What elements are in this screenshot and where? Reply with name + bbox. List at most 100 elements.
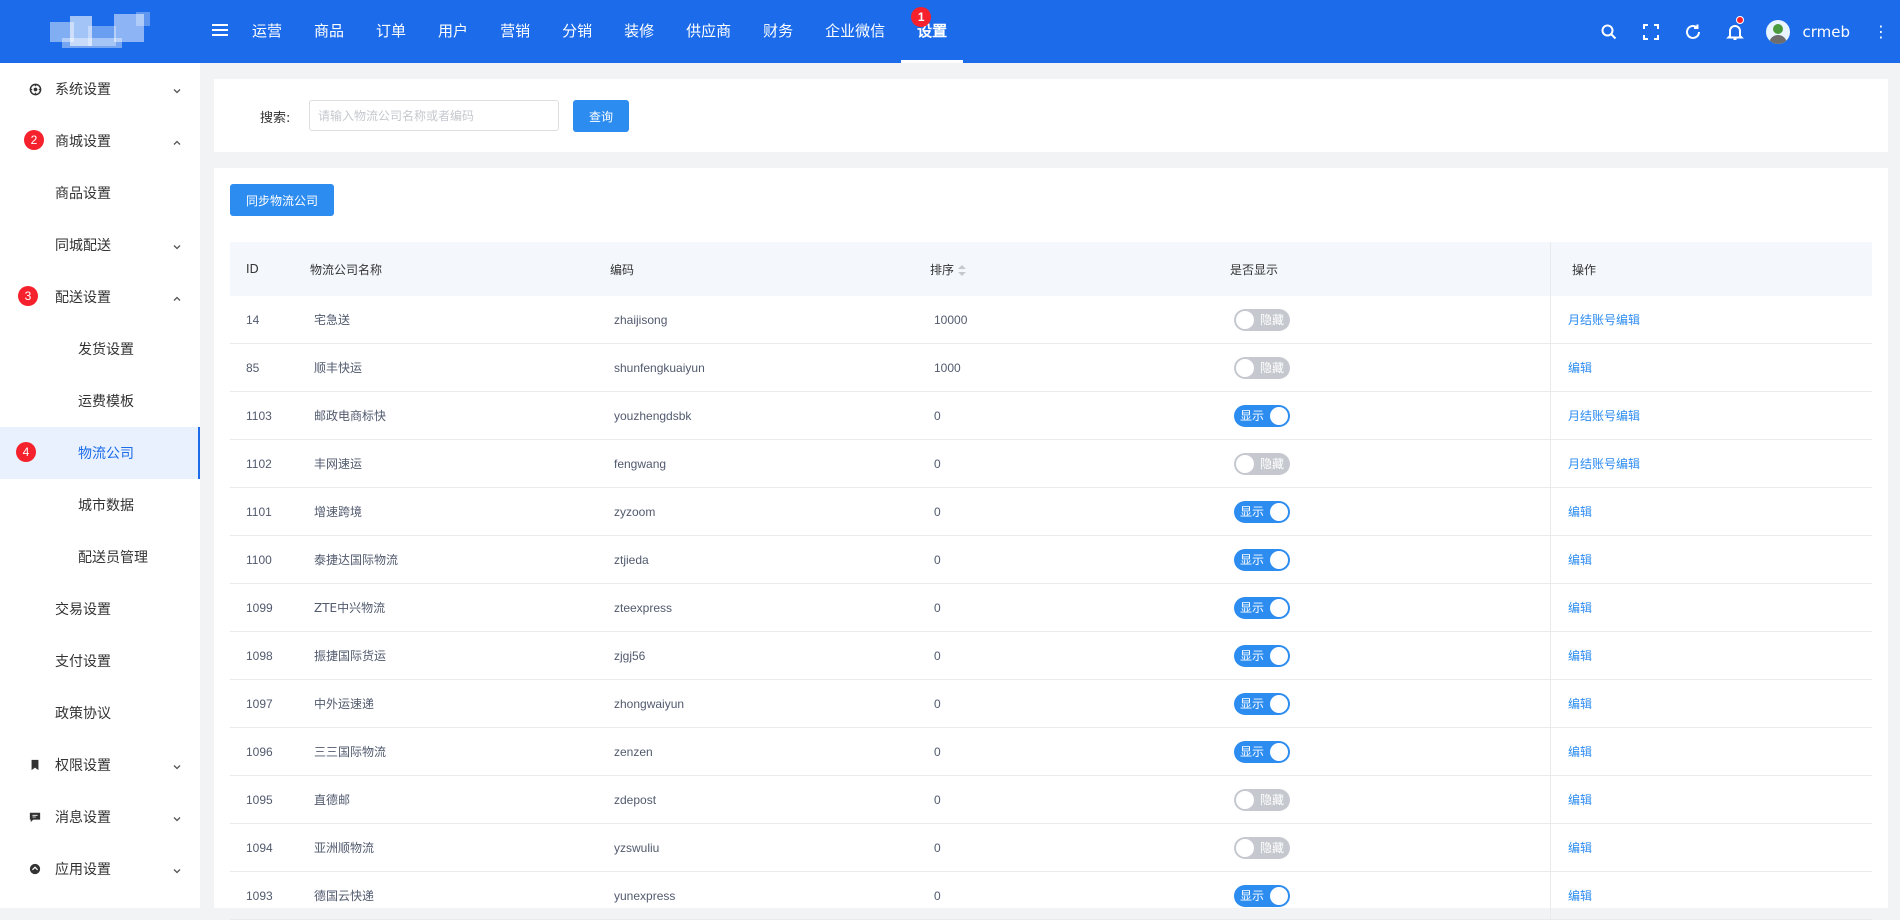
search-panel: 搜索: 查询 [214, 79, 1888, 152]
cell-code: youzhengdsbk [614, 408, 692, 423]
sidebar-item-12[interactable]: 政策协议 [0, 687, 200, 739]
show-toggle[interactable]: 隐藏 [1234, 788, 1290, 811]
toggle-knob [1236, 358, 1254, 377]
query-button[interactable]: 查询 [573, 100, 629, 132]
sidebar-item-2[interactable]: 商品设置 [0, 167, 200, 219]
show-toggle[interactable]: 显示 [1234, 500, 1290, 523]
show-toggle[interactable]: 隐藏 [1234, 836, 1290, 859]
sidebar-item-8[interactable]: 城市数据 [0, 479, 200, 531]
sidebar-item-15[interactable]: 应用设置 [0, 843, 200, 895]
sync-logistics-button[interactable]: 同步物流公司 [230, 184, 334, 216]
cell-sort: 0 [934, 600, 941, 615]
cell-sort: 0 [934, 840, 941, 855]
nav-item-9[interactable]: 企业微信 [809, 0, 901, 63]
cell-sort: 10000 [934, 312, 968, 327]
edit-link[interactable]: 月结账号编辑 [1568, 455, 1640, 472]
nav-item-0[interactable]: 运营 [236, 0, 298, 63]
top-navbar: 运营 商品 订单 用户 营销 分销 装修 供应商 财务 企业微信 设置 1 crmeb ⋮ [0, 0, 1900, 63]
cell-name: 亚洲顺物流 [314, 841, 375, 855]
nav-item-5[interactable]: 分销 [546, 0, 608, 63]
nav-item-6[interactable]: 装修 [608, 0, 670, 63]
cell-id: 1099 [246, 600, 273, 615]
menu-toggle-icon[interactable] [212, 24, 228, 38]
sort-icon[interactable] [958, 264, 967, 276]
sidebar-item-label: 城市数据 [78, 498, 134, 514]
sidebar-item-13[interactable]: 权限设置 [0, 739, 200, 791]
sidebar-item-label: 系统设置 [55, 82, 111, 98]
nav-item-1[interactable]: 商品 [298, 0, 360, 63]
show-toggle[interactable]: 显示 [1234, 692, 1290, 715]
edit-link[interactable]: 编辑 [1568, 695, 1592, 712]
sidebar-item-6[interactable]: 运费模板 [0, 375, 200, 427]
show-toggle[interactable]: 显示 [1234, 740, 1290, 763]
sidebar-item-label: 运费模板 [78, 394, 134, 410]
sidebar-item-10[interactable]: 交易设置 [0, 583, 200, 635]
edit-link[interactable]: 月结账号编辑 [1568, 311, 1640, 328]
sidebar-item-11[interactable]: 支付设置 [0, 635, 200, 687]
nav-item-10[interactable]: 设置 1 [901, 0, 964, 63]
search-icon[interactable] [1588, 0, 1630, 63]
show-toggle[interactable]: 显示 [1234, 644, 1290, 667]
cell-name: 宅急送 [314, 313, 351, 327]
sidebar-item-4[interactable]: 3 配送设置 [0, 271, 200, 323]
sidebar-item-5[interactable]: 发货设置 [0, 323, 200, 375]
cell-name: 顺丰快运 [314, 361, 363, 375]
edit-link[interactable]: 编辑 [1568, 839, 1592, 856]
edit-link[interactable]: 月结账号编辑 [1568, 407, 1640, 424]
nav-item-7[interactable]: 供应商 [670, 0, 747, 63]
show-toggle[interactable]: 隐藏 [1234, 308, 1290, 331]
edit-link[interactable]: 编辑 [1568, 359, 1592, 376]
header-sort[interactable]: 排序 [930, 261, 967, 278]
nav-item-label: 财务 [763, 22, 794, 40]
column-divider [1550, 440, 1551, 487]
fullscreen-icon[interactable] [1630, 0, 1672, 63]
edit-link[interactable]: 编辑 [1568, 791, 1592, 808]
sidebar-item-label: 同城配送 [55, 238, 111, 254]
cell-code: zyzoom [614, 504, 656, 519]
show-toggle[interactable]: 显示 [1234, 596, 1290, 619]
nav-item-2[interactable]: 订单 [360, 0, 422, 63]
edit-link[interactable]: 编辑 [1568, 503, 1592, 520]
toggle-knob [1236, 454, 1254, 473]
edit-link[interactable]: 编辑 [1568, 743, 1592, 760]
notification-bell-icon[interactable] [1714, 0, 1756, 63]
nav-item-label: 供应商 [686, 22, 732, 40]
search-input[interactable] [309, 100, 559, 131]
edit-link[interactable]: 编辑 [1568, 551, 1592, 568]
show-toggle[interactable]: 隐藏 [1234, 356, 1290, 379]
sidebar-item-9[interactable]: 配送员管理 [0, 531, 200, 583]
nav-item-label: 装修 [624, 22, 655, 40]
avatar[interactable] [1766, 19, 1791, 44]
search-label: 搜索: [260, 111, 291, 126]
chevron-down-icon [172, 864, 182, 874]
username[interactable]: crmeb [1802, 23, 1850, 41]
show-toggle[interactable]: 显示 [1234, 884, 1290, 907]
refresh-icon[interactable] [1672, 0, 1714, 63]
show-toggle[interactable]: 隐藏 [1234, 452, 1290, 475]
nav-item-3[interactable]: 用户 [422, 0, 484, 63]
show-toggle[interactable]: 显示 [1234, 548, 1290, 571]
cell-sort: 0 [934, 888, 941, 903]
edit-link[interactable]: 编辑 [1568, 887, 1592, 904]
logistics-table: ID 物流公司名称 编码 排序 是否显示 操作 14 宅急送 zhaijisong 1… [230, 242, 1872, 920]
sidebar-item-7[interactable]: 4 物流公司 [0, 427, 200, 479]
nav-item-4[interactable]: 营销 [484, 0, 546, 63]
edit-link[interactable]: 编辑 [1568, 647, 1592, 664]
cell-code: fengwang [614, 456, 667, 471]
toggle-label: 隐藏 [1259, 840, 1284, 855]
sidebar-item-1[interactable]: 2 商城设置 [0, 115, 200, 167]
sidebar-item-0[interactable]: 系统设置 [0, 63, 200, 115]
table-header: ID 物流公司名称 编码 排序 是否显示 操作 [230, 242, 1872, 296]
sidebar-item-label: 配送员管理 [78, 550, 148, 566]
more-vertical-icon[interactable]: ⋮ [1872, 22, 1890, 41]
sidebar-item-14[interactable]: 消息设置 [0, 791, 200, 843]
nav-item-8[interactable]: 财务 [747, 0, 809, 63]
header-code: 编码 [610, 262, 635, 277]
cell-name: 泰捷达国际物流 [314, 553, 399, 567]
show-toggle[interactable]: 显示 [1234, 404, 1290, 427]
column-divider [1550, 344, 1551, 391]
cell-name: 振捷国际货运 [314, 649, 387, 663]
column-divider [1550, 584, 1551, 631]
sidebar-item-3[interactable]: 同城配送 [0, 219, 200, 271]
edit-link[interactable]: 编辑 [1568, 599, 1592, 616]
